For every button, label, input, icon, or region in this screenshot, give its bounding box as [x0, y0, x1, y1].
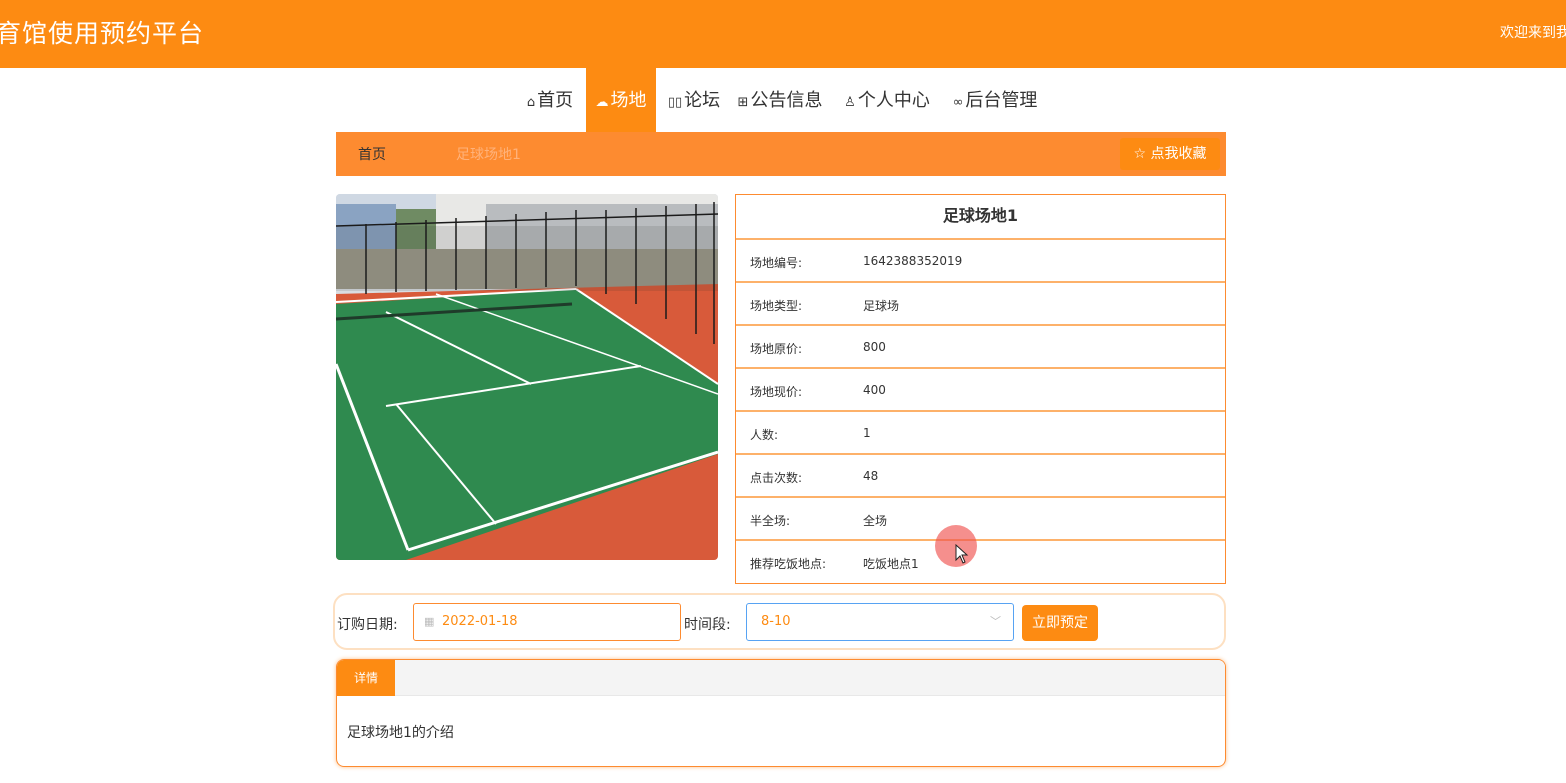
info-row: 场地编号: 1642388352019: [736, 240, 1225, 283]
info-row: 场地现价: 400: [736, 369, 1225, 412]
home-icon: ⌂: [526, 95, 536, 110]
favorite-button[interactable]: ☆ 点我收藏: [1120, 138, 1220, 170]
info-row: 人数: 1: [736, 412, 1225, 455]
nav-item-announcements[interactable]: ⊞ 公告信息: [734, 68, 826, 132]
info-label: 点击次数:: [750, 471, 803, 485]
date-input[interactable]: ▦ 2022-01-18: [413, 603, 681, 641]
chevron-down-icon: ﹀: [990, 615, 1001, 628]
link-icon: ∞: [952, 95, 964, 110]
venue-name: 足球场地1: [736, 195, 1225, 240]
info-label: 场地编号:: [750, 256, 803, 270]
mouse-cursor-icon: [955, 544, 969, 564]
info-row: 场地类型: 足球场: [736, 283, 1225, 326]
info-row: 半全场: 全场: [736, 498, 1225, 541]
info-value: 800: [863, 340, 886, 354]
info-value: 400: [863, 383, 886, 397]
info-row: 点击次数: 48: [736, 455, 1225, 498]
time-value: 8-10: [761, 614, 791, 629]
nav-item-label: 场地: [610, 90, 647, 111]
breadcrumb-home[interactable]: 首页: [358, 144, 386, 164]
info-label: 半全场:: [750, 514, 791, 528]
time-slot-select[interactable]: 8-10 ﹀: [746, 603, 1014, 641]
venue-photo: [336, 194, 718, 560]
info-value: 1642388352019: [863, 254, 963, 268]
info-value: 1: [863, 426, 871, 440]
nav-item-label: 公告信息: [750, 90, 823, 111]
main-nav: ⌂ 首页 ☁ 场地 ▯▯ 论坛 ⊞ 公告信息 ♙ 个人中心 ∞ 后台管理: [0, 68, 1566, 132]
user-icon: ♙: [844, 95, 856, 110]
nav-item-home[interactable]: ⌂ 首页: [520, 68, 580, 132]
info-label: 场地原价:: [750, 342, 803, 356]
gift-icon: ⊞: [737, 95, 749, 110]
info-label: 场地类型:: [750, 299, 803, 313]
nav-item-label: 个人中心: [857, 90, 930, 111]
booking-form: 订购日期: ▦ 2022-01-18 时间段: 8-10 ﹀ 立即预定: [333, 593, 1226, 650]
detail-panel: 详情 足球场地1的介绍: [336, 659, 1226, 767]
nav-item-forum[interactable]: ▯▯ 论坛: [664, 68, 724, 132]
nav-item-label: 首页: [537, 90, 574, 111]
info-row: 推荐吃饭地点: 吃饭地点1: [736, 541, 1225, 584]
nav-item-label: 论坛: [684, 90, 721, 111]
info-value: 全场: [863, 514, 888, 528]
tab-detail[interactable]: 详情: [337, 660, 395, 696]
site-title: 育馆使用预约平台: [0, 19, 205, 48]
court-image: [336, 194, 718, 560]
venue-info-table: 足球场地1 场地编号: 1642388352019 场地类型: 足球场 场地原价: 8…: [735, 194, 1226, 584]
cloud-icon: ☁: [595, 95, 609, 110]
info-label: 推荐吃饭地点:: [750, 557, 827, 571]
nav-item-personal-center[interactable]: ♙ 个人中心: [840, 68, 934, 132]
info-row: 场地原价: 800: [736, 326, 1225, 369]
detail-tabbar: 详情: [337, 660, 1225, 696]
info-value: 吃饭地点1: [863, 557, 919, 571]
date-label: 订购日期:: [337, 617, 398, 633]
time-label: 时间段:: [684, 617, 731, 633]
welcome-text: 欢迎来到我: [1500, 25, 1566, 41]
nav-item-venue[interactable]: ☁ 场地: [586, 68, 656, 132]
nav-item-admin[interactable]: ∞ 后台管理: [948, 68, 1042, 132]
info-value: 48: [863, 469, 879, 483]
info-value: 足球场: [863, 299, 900, 313]
info-label: 人数:: [750, 428, 779, 442]
info-label: 场地现价:: [750, 385, 803, 399]
breadcrumb: 首页 足球场地1 ☆ 点我收藏: [336, 132, 1226, 176]
detail-content: 足球场地1的介绍: [347, 725, 454, 741]
calendar-icon: ▦: [424, 615, 435, 628]
top-header: 育馆使用预约平台 欢迎来到我: [0, 0, 1566, 68]
date-value: 2022-01-18: [442, 614, 518, 629]
book-now-button[interactable]: 立即预定: [1022, 605, 1098, 641]
nav-item-label: 后台管理: [965, 90, 1038, 111]
forum-icon: ▯▯: [667, 95, 683, 110]
breadcrumb-current: 足球场地1: [456, 147, 521, 163]
